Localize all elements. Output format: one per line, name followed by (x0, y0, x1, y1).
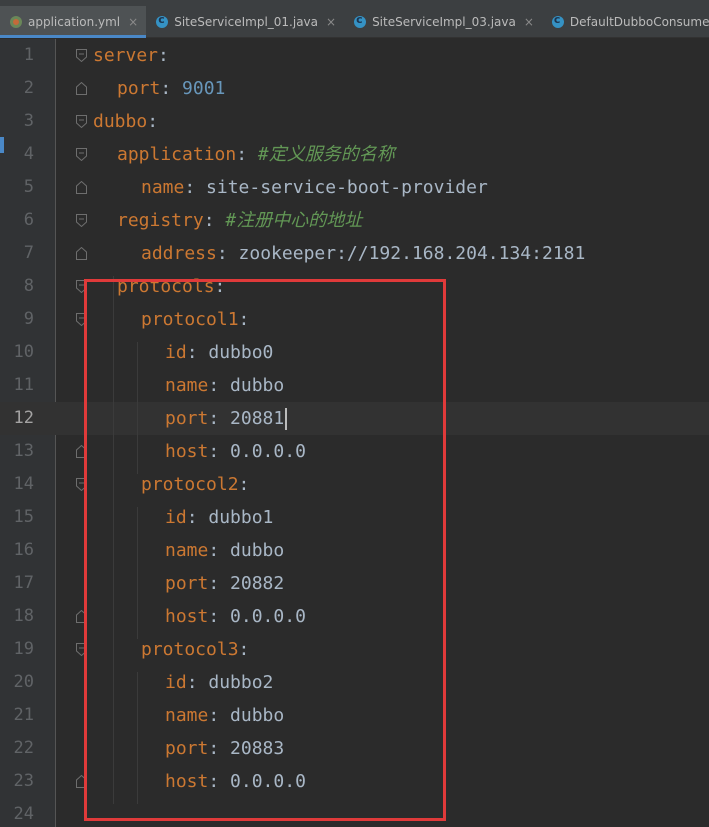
yaml-value: site-service-boot-provider (206, 177, 488, 198)
line-number: 2 (23, 78, 34, 98)
yaml-key: registry (117, 210, 204, 231)
java-class-icon (354, 13, 367, 28)
line-number: 19 (13, 639, 34, 659)
yaml-key: server (93, 45, 159, 66)
fold-end-icon[interactable] (76, 181, 87, 194)
line-number: 11 (13, 375, 34, 395)
yaml-separator: : (158, 45, 169, 66)
code-line[interactable]: 7 address: zookeeper://192.168.204.134:21… (0, 237, 709, 270)
java-class-icon (156, 13, 169, 28)
line-number: 3 (23, 111, 34, 131)
editor-tab-bar: application.yml × SiteServiceImpl_01.jav… (0, 6, 709, 38)
close-icon[interactable]: × (524, 15, 534, 29)
yaml-key: application (117, 144, 237, 165)
line-number: 14 (13, 474, 34, 494)
line-number: 22 (13, 738, 34, 758)
code-text: name: site-service-boot-provider (141, 171, 488, 204)
java-class-icon (551, 13, 564, 28)
line-number: 13 (13, 441, 34, 461)
line-number: 20 (13, 672, 34, 692)
line-number: 12 (13, 408, 34, 428)
fold-end-icon[interactable] (76, 82, 87, 95)
fold-collapse-icon[interactable] (76, 115, 87, 128)
code-text: server: (93, 39, 169, 72)
line-number: 17 (13, 573, 34, 593)
code-editor[interactable]: 1 server: 2 port: 9001 3 dubbo: 4 application: … (0, 39, 709, 827)
yaml-separator: : (147, 111, 159, 132)
tab-label: SiteServiceImpl_03.java (372, 15, 516, 29)
fold-collapse-icon[interactable] (76, 49, 87, 62)
yaml-separator: : (236, 144, 258, 165)
close-icon[interactable]: × (128, 15, 138, 29)
code-line[interactable]: 4 application: #定义服务的名称 (0, 138, 709, 171)
yaml-separator: : (203, 210, 226, 231)
tab-label: application.yml (28, 15, 121, 29)
code-text: application: #定义服务的名称 (117, 138, 395, 171)
yaml-key: name (141, 177, 185, 198)
annotation-highlight-box (84, 279, 446, 821)
yaml-comment: #定义服务的名称 (257, 144, 395, 165)
line-number: 10 (13, 342, 34, 362)
yaml-value: zookeeper://192.168.204.134:2181 (238, 243, 586, 264)
line-number: 5 (23, 177, 34, 197)
code-line[interactable]: 1 server: (0, 39, 709, 72)
line-number: 9 (23, 309, 34, 329)
yaml-number-value: 9001 (182, 78, 226, 99)
line-number: 4 (23, 144, 34, 164)
code-line[interactable]: 2 port: 9001 (0, 72, 709, 105)
yaml-separator: : (216, 243, 239, 264)
yaml-file-icon (10, 16, 22, 28)
tab-defaultdubboconsumer[interactable]: DefaultDubboConsumer.java (542, 6, 709, 38)
fold-end-icon[interactable] (76, 247, 87, 260)
code-line[interactable]: 3 dubbo: (0, 105, 709, 138)
line-number: 18 (13, 606, 34, 626)
line-number: 8 (23, 276, 34, 296)
code-line[interactable]: 6 registry: #注册中心的地址 (0, 204, 709, 237)
code-text: dubbo: (93, 105, 158, 138)
code-text: registry: #注册中心的地址 (117, 204, 362, 237)
tab-label: SiteServiceImpl_01.java (174, 15, 318, 29)
tab-label: DefaultDubboConsumer.java (569, 15, 709, 29)
code-text: port: 9001 (117, 72, 225, 105)
line-number: 1 (23, 45, 34, 65)
tab-application-yml[interactable]: application.yml × (0, 6, 147, 38)
code-text: address: zookeeper://192.168.204.134:218… (141, 237, 585, 270)
tab-siteserviceimpl-03[interactable]: SiteServiceImpl_03.java × (344, 6, 542, 38)
line-number: 21 (13, 705, 34, 725)
tab-siteserviceimpl-01[interactable]: SiteServiceImpl_01.java × (146, 6, 344, 38)
line-number: 16 (13, 540, 34, 560)
yaml-key: address (141, 243, 217, 264)
line-number: 6 (23, 210, 34, 230)
fold-collapse-icon[interactable] (76, 148, 87, 161)
line-number: 7 (23, 243, 34, 263)
line-number: 15 (13, 507, 34, 527)
close-icon[interactable]: × (326, 15, 336, 29)
line-number: 23 (13, 771, 34, 791)
fold-collapse-icon[interactable] (76, 214, 87, 227)
yaml-comment: #注册中心的地址 (225, 210, 363, 231)
yaml-separator: : (184, 177, 207, 198)
yaml-key: dubbo (93, 111, 148, 132)
yaml-key: port (117, 78, 161, 99)
line-number: 24 (13, 804, 34, 824)
yaml-separator: : (160, 78, 183, 99)
code-line[interactable]: 5 name: site-service-boot-provider (0, 171, 709, 204)
